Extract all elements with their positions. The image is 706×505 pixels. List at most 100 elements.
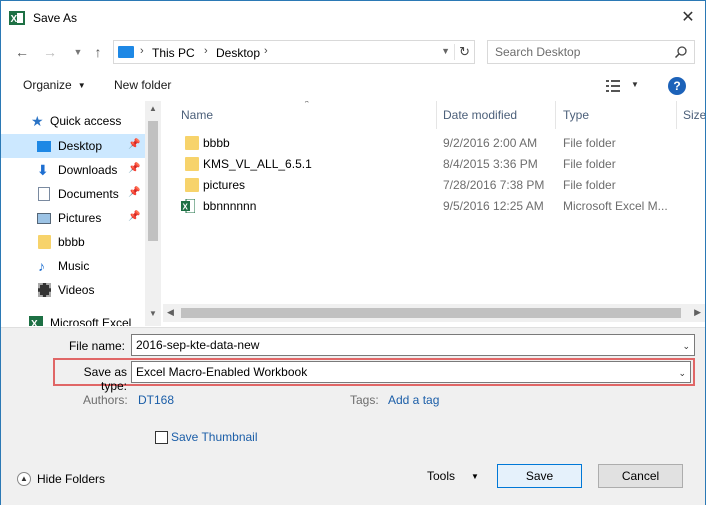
svg-text:X: X [31,319,38,326]
back-arrow-icon[interactable]: ← [11,41,33,63]
table-row[interactable]: X bbnnnnnn 9/5/2016 12:25 AM Microsoft E… [163,196,703,217]
navigation-pane-scrollbar[interactable]: ▲ ▼ [145,101,161,326]
excel-app-icon: X [29,316,43,326]
cancel-button[interactable]: Cancel [598,464,683,488]
sidebar-item-label: Videos [58,283,95,297]
organize-button[interactable]: Organize ▼ [23,78,86,92]
this-pc-icon [118,46,134,58]
folder-icon [38,235,51,249]
up-arrow-icon[interactable]: ↑ [87,41,109,63]
help-icon[interactable]: ? [668,77,686,95]
pin-icon[interactable]: 📌 [128,211,140,222]
authors-label: Authors: [83,393,128,407]
document-icon [38,187,50,201]
column-header-name[interactable]: Name [181,101,213,129]
save-type-select[interactable]: Excel Macro-Enabled Workbook ⌄ [131,361,691,383]
scrollbar-thumb[interactable] [181,308,681,318]
sidebar-item-label: bbbb [58,235,85,249]
sidebar-item-pictures[interactable]: Pictures 📌 [1,206,145,230]
save-thumbnail-label[interactable]: Save Thumbnail [171,430,258,444]
organize-label: Organize [23,78,72,92]
column-divider[interactable] [676,101,677,129]
pin-icon[interactable]: 📌 [128,187,140,198]
scroll-up-icon[interactable]: ▲ [149,104,157,113]
save-type-value: Excel Macro-Enabled Workbook [136,365,308,379]
chevron-right-icon[interactable]: › [140,45,144,57]
file-type: File folder [563,157,616,171]
search-input[interactable] [488,41,668,63]
breadcrumb-this-pc[interactable]: This PC [152,46,195,60]
tags-input[interactable]: Add a tag [388,393,439,407]
desktop-icon [37,141,51,152]
folder-icon [185,178,199,192]
sidebar-item-music[interactable]: ♪ Music [1,254,145,278]
pin-icon[interactable]: 📌 [128,163,140,174]
sidebar-item-label: Documents [58,187,119,201]
film-icon [38,283,51,297]
file-date: 8/4/2015 3:36 PM [443,157,538,171]
sidebar-item-microsoft-excel[interactable]: X Microsoft Excel [1,311,145,326]
table-row[interactable]: bbbb 9/2/2016 2:00 AM File folder [163,133,703,154]
dialog-footer: ▲ Hide Folders Tools ▼ Save Cancel [1,457,705,505]
sidebar-item-videos[interactable]: Videos [1,278,145,302]
chevron-up-icon[interactable]: ▲ [17,472,31,486]
chevron-down-icon[interactable]: ▼ [471,472,479,481]
sidebar-item-label: Pictures [58,211,102,225]
pin-icon[interactable]: 📌 [128,139,140,150]
column-divider[interactable] [555,101,556,129]
authors-value[interactable]: DT168 [138,393,174,407]
column-header-date[interactable]: Date modified [443,101,517,129]
search-box[interactable] [487,40,695,64]
scroll-down-icon[interactable]: ▼ [149,309,157,318]
chevron-right-icon[interactable]: › [264,45,268,57]
file-name: bbbb [203,136,230,150]
file-type: File folder [563,178,616,192]
sidebar-item-label: Music [58,259,90,273]
file-name: pictures [203,178,246,192]
excel-app-icon: X [9,11,25,25]
tools-button[interactable]: Tools [427,469,455,483]
chevron-down-icon: ▼ [77,81,86,90]
sidebar-item-downloads[interactable]: ⬇ Downloads 📌 [1,158,145,182]
recent-locations-icon[interactable]: ▼ [67,41,89,63]
chevron-down-icon[interactable]: ⌄ [682,336,690,356]
close-button[interactable]: ✕ [677,7,699,29]
address-bar[interactable]: › This PC › Desktop › ▼ ↻ [113,40,475,64]
chevron-right-icon[interactable]: › [204,45,208,57]
sidebar-item-quick-access[interactable]: ★ Quick access [1,109,145,133]
file-type: Microsoft Excel M... [563,199,668,213]
column-divider[interactable] [436,101,437,129]
column-header-size[interactable]: Size [683,101,705,129]
forward-arrow-icon[interactable]: → [39,41,61,63]
file-list-scrollbar[interactable]: ◀ ▶ [163,304,705,322]
star-icon: ★ [31,113,44,129]
sidebar-item-bbbb[interactable]: bbbb [1,230,145,254]
column-header-type[interactable]: Type [563,101,589,129]
chevron-down-icon[interactable]: ⌄ [678,363,686,383]
chevron-down-icon[interactable]: ▼ [631,80,639,89]
sidebar-item-documents[interactable]: Documents 📌 [1,182,145,206]
chevron-down-icon[interactable]: ▼ [441,46,450,56]
file-name-field[interactable]: 2016-sep-kte-data-new ⌄ [131,334,695,356]
tags-label: Tags: [350,393,379,407]
search-icon[interactable] [674,45,688,59]
sidebar-item-desktop[interactable]: Desktop 📌 [1,134,145,158]
table-row[interactable]: pictures 7/28/2016 7:38 PM File folder [163,175,703,196]
new-folder-button[interactable]: New folder [114,78,171,92]
sidebar-item-label: Downloads [58,163,118,177]
scrollbar-thumb[interactable] [148,121,158,241]
scroll-left-icon[interactable]: ◀ [167,307,174,318]
svg-text:X: X [183,203,189,212]
download-arrow-icon: ⬇ [37,162,49,178]
file-name-value: 2016-sep-kte-data-new [136,338,260,352]
svg-text:X: X [11,14,18,25]
save-button[interactable]: Save [497,464,582,488]
save-thumbnail-checkbox[interactable] [155,431,168,444]
breadcrumb-desktop[interactable]: Desktop [216,46,260,60]
hide-folders-button[interactable]: Hide Folders [37,472,105,486]
refresh-icon[interactable]: ↻ [454,44,470,60]
scroll-right-icon[interactable]: ▶ [694,307,701,318]
file-list: ⌃ Name Date modified Type Size bbbb 9/2/… [163,101,705,326]
table-row[interactable]: KMS_VL_ALL_6.5.1 8/4/2015 3:36 PM File f… [163,154,703,175]
view-options-icon[interactable] [606,80,620,92]
